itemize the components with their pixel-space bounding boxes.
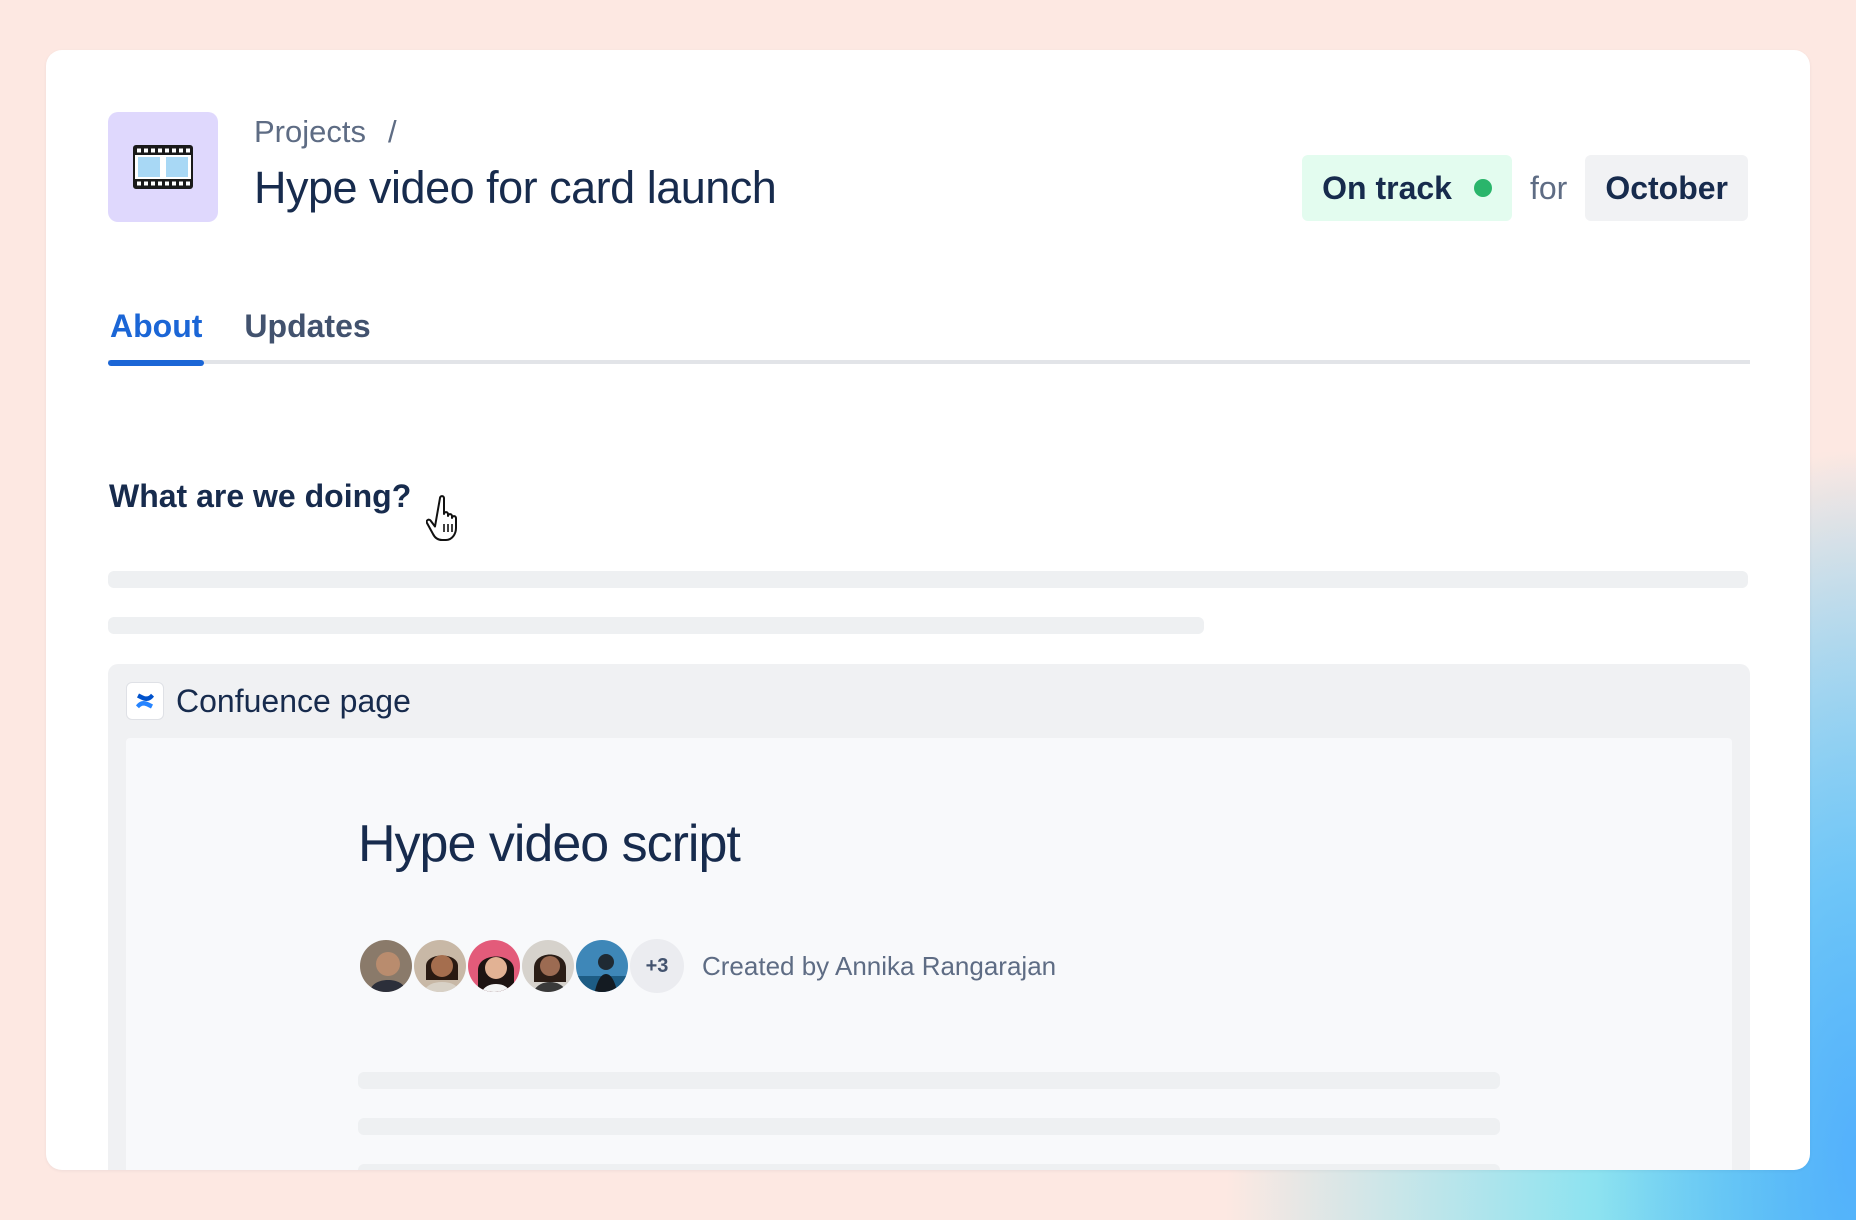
avatar[interactable] [574,938,630,994]
embed-header: Confuence page [126,682,411,720]
contributors-row: +3 Created by Annika Rangarajan [358,938,1056,994]
breadcrumb-projects-link[interactable]: Projects [254,114,366,150]
film-strip-icon [133,145,193,189]
text-placeholder-line [108,571,1748,588]
more-contributors-badge[interactable]: +3 [630,939,684,993]
text-placeholder-line [358,1072,1500,1089]
created-by-text: Created by Annika Rangarajan [702,950,1057,981]
confluence-embed[interactable]: Confuence page Hype video script +3 Crea… [108,664,1750,1170]
target-date-badge[interactable]: October [1585,155,1748,221]
avatar[interactable] [520,938,576,994]
project-card: Projects / Hype video for card launch On… [46,50,1810,1170]
confluence-icon [126,682,164,720]
status-area: On track for October [1302,155,1748,221]
avatar[interactable] [412,938,468,994]
status-dot-icon [1473,179,1492,197]
avatar[interactable] [358,938,414,994]
text-placeholder-line [358,1118,1500,1135]
section-heading: What are we doing? [109,478,412,514]
hand-pointer-cursor-icon [426,495,457,541]
breadcrumb: Projects / [254,114,397,150]
page-title: Hype video for card launch [254,162,777,213]
embed-document-preview: Hype video script +3 Created by Annika R… [126,738,1732,1170]
document-title: Hype video script [358,815,741,873]
text-placeholder-line [358,1164,1500,1170]
tab-bar: About Updates [108,308,1750,366]
status-label: On track [1322,169,1452,206]
text-placeholder-line [108,617,1204,634]
avatar[interactable] [466,938,522,994]
tab-updates[interactable]: Updates [242,308,372,360]
status-badge[interactable]: On track [1302,155,1512,221]
tab-about[interactable]: About [108,308,205,366]
project-avatar[interactable] [108,112,218,222]
embed-source-label: Confuence page [176,682,411,719]
status-connector: for [1529,169,1568,206]
breadcrumb-separator: / [387,114,397,149]
